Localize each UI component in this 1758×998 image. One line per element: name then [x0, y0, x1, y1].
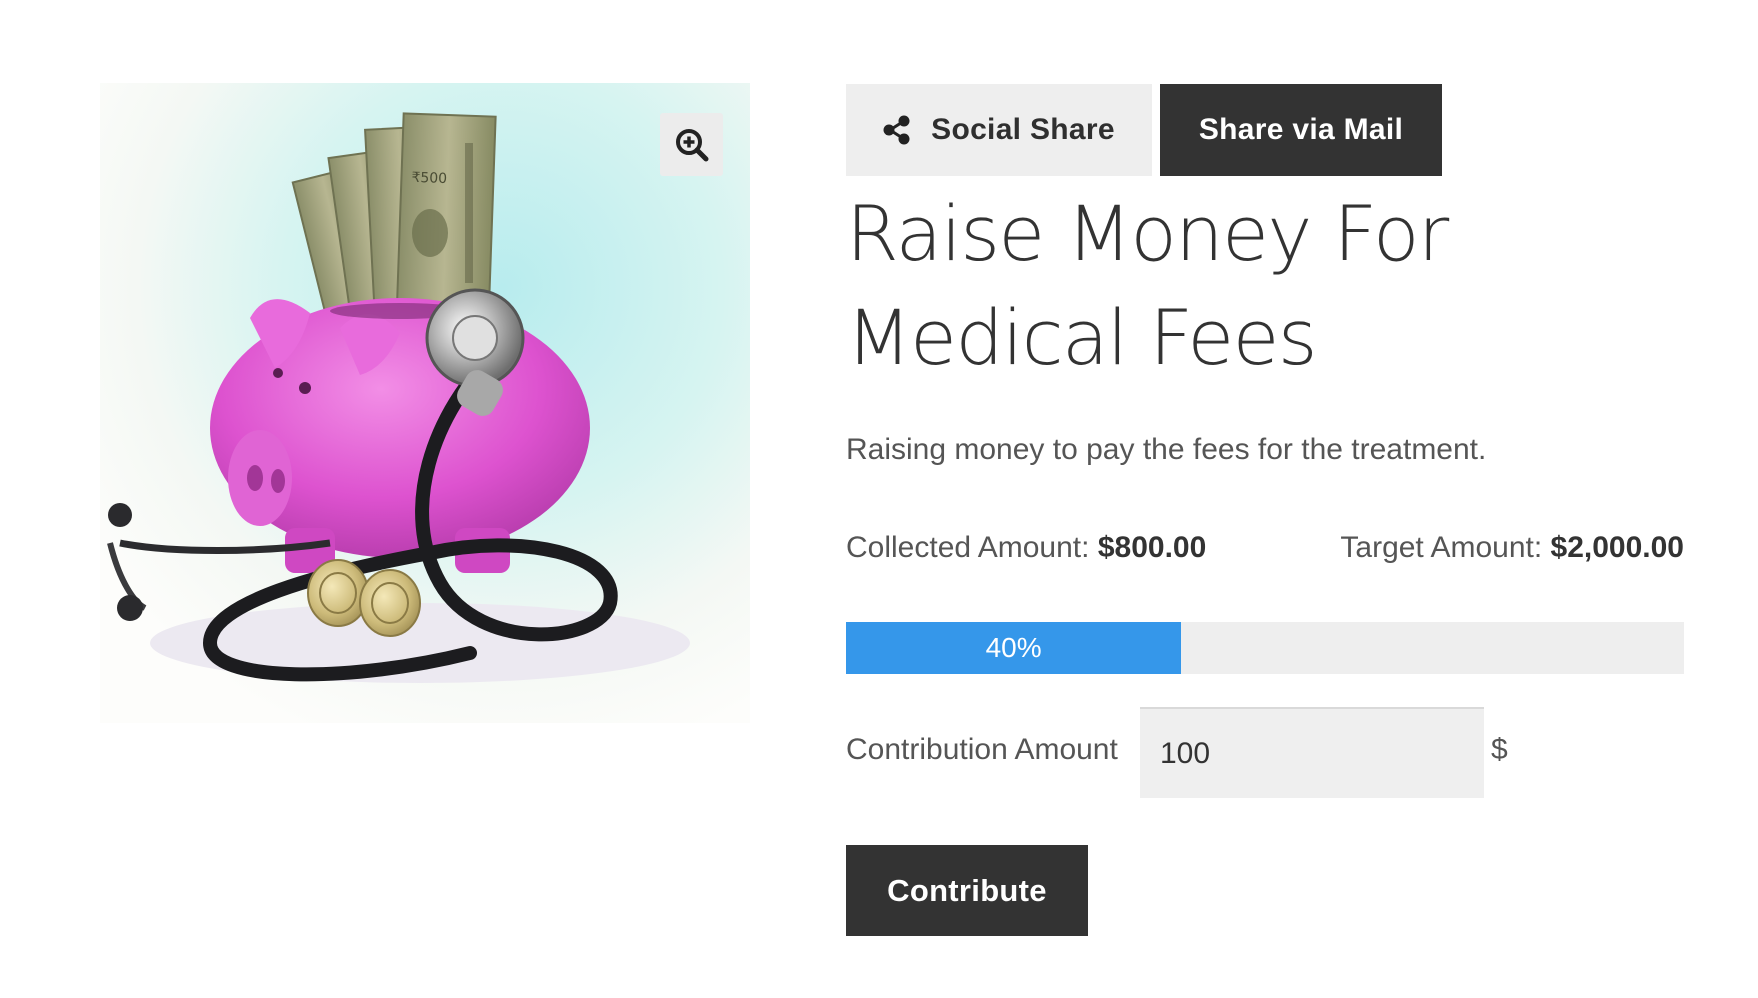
funding-progress-fill: 40%: [846, 622, 1182, 674]
contribution-amount-input[interactable]: [1140, 707, 1484, 798]
target-amount-value: $2,000.00: [1550, 531, 1684, 564]
target-amount-label: Target Amount:: [1340, 531, 1543, 564]
contribution-amount-label: Contribution Amount: [846, 733, 1118, 766]
product-gallery: ₹500: [100, 83, 750, 723]
collected-amount: Collected Amount: $800.00: [846, 531, 1206, 565]
product-description: Raising money to pay the fees for the tr…: [846, 433, 1487, 466]
zoom-in-icon: [675, 128, 709, 162]
share-via-mail-label: Share via Mail: [1198, 113, 1404, 146]
target-amount: Target Amount: $2,000.00: [1340, 531, 1684, 565]
social-share-button[interactable]: Social Share: [846, 84, 1152, 176]
svg-text:₹500: ₹500: [411, 170, 447, 187]
collected-amount-label: Collected Amount:: [846, 531, 1090, 564]
funding-progress-label: 40%: [985, 632, 1042, 663]
zoom-button[interactable]: [660, 113, 723, 176]
product-title: Raise Money For Medical Fees: [846, 189, 1449, 382]
contribute-button[interactable]: Contribute: [846, 845, 1088, 936]
social-share-label: Social Share: [931, 113, 1115, 146]
product-image[interactable]: ₹500: [100, 83, 750, 723]
funding-progress-bar: 40%: [846, 622, 1684, 674]
share-via-mail-button[interactable]: Share via Mail: [1160, 84, 1442, 176]
collected-amount-value: $800.00: [1097, 531, 1207, 564]
currency-symbol: $: [1491, 733, 1508, 766]
share-nodes-icon: [883, 115, 911, 145]
